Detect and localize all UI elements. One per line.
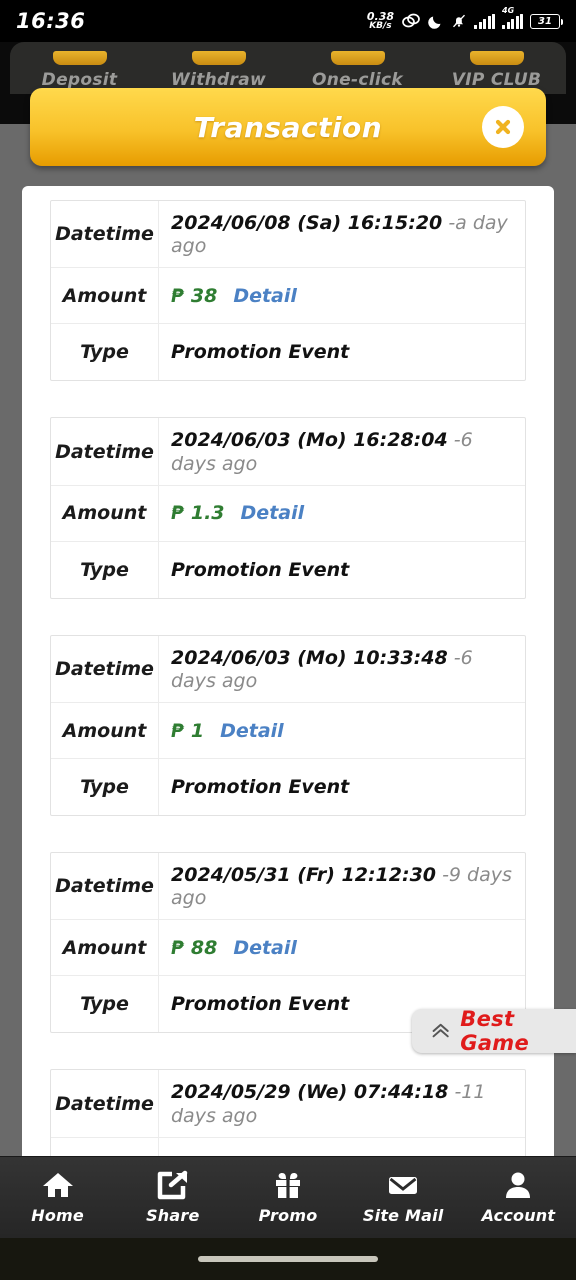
row-label: Type bbox=[51, 976, 159, 1033]
envelope-icon bbox=[389, 1177, 418, 1194]
type-value: Promotion Event bbox=[171, 341, 350, 364]
home-icon bbox=[42, 1173, 73, 1197]
detail-link[interactable]: Detail bbox=[233, 285, 297, 307]
datetime-text: 2024/06/08 (Sa) 16:15:20 bbox=[171, 212, 443, 234]
table-row: Type Promotion Event bbox=[51, 324, 525, 381]
share-icon bbox=[157, 1170, 188, 1200]
double-chevron-up-icon bbox=[432, 1023, 449, 1038]
row-label: Amount bbox=[51, 485, 159, 541]
table-row: Amount ₱ 38 Detail bbox=[51, 268, 525, 325]
nav-label: Promo bbox=[258, 1206, 318, 1225]
bell-muted-icon bbox=[452, 14, 466, 28]
datetime-value: 2024/06/03 (Mo) 16:28:04 -6 days ago bbox=[159, 418, 525, 484]
nav-item-site-mail[interactable]: Site Mail bbox=[346, 1170, 461, 1225]
home-indicator-area bbox=[0, 1238, 576, 1280]
battery-icon: 31 bbox=[530, 13, 563, 29]
status-bar: 16:36 0.38 KB/s 4G 31 bbox=[0, 0, 576, 42]
network-type-label: 4G bbox=[502, 5, 515, 15]
row-label: Type bbox=[51, 759, 159, 816]
table-row: Datetime 2024/05/29 (We) 07:44:18 -11 da… bbox=[51, 1070, 525, 1138]
transaction-card[interactable]: Datetime 2024/05/29 (We) 07:44:18 -11 da… bbox=[50, 1069, 526, 1163]
type-value: Promotion Event bbox=[171, 558, 350, 581]
row-label: Datetime bbox=[51, 853, 159, 920]
amount-value: ₱ 88 Detail bbox=[159, 920, 525, 975]
datetime-value: 2024/05/31 (Fr) 12:12:30 -9 days ago bbox=[159, 853, 525, 919]
transaction-card[interactable]: Datetime 2024/05/31 (Fr) 12:12:30 -9 day… bbox=[50, 852, 526, 1034]
close-icon bbox=[495, 119, 511, 135]
row-label: Amount bbox=[51, 703, 159, 759]
row-label: Datetime bbox=[51, 418, 159, 485]
close-button[interactable] bbox=[482, 106, 524, 148]
table-row: Datetime 2024/06/03 (Mo) 16:28:04 -6 day… bbox=[51, 418, 525, 486]
transaction-card[interactable]: Datetime 2024/06/03 (Mo) 16:28:04 -6 day… bbox=[50, 417, 526, 599]
deposit-icon bbox=[52, 51, 107, 65]
table-row: Datetime 2024/05/31 (Fr) 12:12:30 -9 day… bbox=[51, 853, 525, 921]
datetime-text: 2024/06/03 (Mo) 16:28:04 bbox=[171, 429, 448, 452]
row-label: Datetime bbox=[51, 1070, 159, 1137]
network-speed-unit: KB/s bbox=[369, 21, 392, 31]
transaction-card[interactable]: Datetime 2024/06/03 (Mo) 10:33:48 -6 day… bbox=[50, 634, 526, 817]
row-label: Type bbox=[51, 324, 159, 381]
background-tab-bar: Deposit Withdraw One-click VIP CLUB bbox=[10, 42, 566, 94]
detail-link[interactable]: Detail bbox=[233, 937, 297, 959]
type-value: Promotion Event bbox=[171, 776, 350, 799]
amount-value: ₱ 1 Detail bbox=[159, 703, 525, 758]
moon-icon bbox=[428, 16, 441, 29]
withdraw-icon bbox=[191, 51, 246, 65]
nav-item-home[interactable]: Home bbox=[0, 1170, 115, 1225]
signal-bars-icon bbox=[474, 13, 495, 29]
datetime-value: 2024/06/08 (Sa) 16:15:20 -a day ago bbox=[159, 201, 525, 267]
amount-value: ₱ 1.3 Detail bbox=[159, 486, 525, 541]
modal-header: Transaction bbox=[30, 88, 546, 166]
nav-item-promo[interactable]: Promo bbox=[230, 1170, 345, 1225]
amount-text: ₱ 38 bbox=[171, 284, 218, 307]
link-icon bbox=[402, 13, 420, 28]
amount-text: ₱ 1 bbox=[171, 719, 205, 742]
status-bar-clock: 16:36 bbox=[16, 9, 86, 33]
row-label: Amount bbox=[51, 268, 159, 324]
table-row: Datetime 2024/06/08 (Sa) 16:15:20 -a day… bbox=[51, 201, 525, 269]
battery-level: 31 bbox=[538, 15, 552, 27]
amount-text: ₱ 88 bbox=[171, 936, 218, 959]
datetime-value: 2024/05/29 (We) 07:44:18 -11 days ago bbox=[159, 1070, 525, 1136]
home-indicator[interactable] bbox=[198, 1256, 378, 1262]
best-game-label: Best Game bbox=[460, 1007, 530, 1055]
datetime-text: 2024/05/31 (Fr) 12:12:30 bbox=[171, 864, 437, 887]
nav-item-account[interactable]: Account bbox=[461, 1170, 576, 1225]
nav-item-share[interactable]: Share bbox=[115, 1170, 230, 1225]
row-label: Datetime bbox=[51, 635, 159, 703]
row-label: Amount bbox=[51, 920, 159, 976]
detail-link[interactable]: Detail bbox=[241, 502, 305, 524]
vip-club-icon bbox=[469, 51, 524, 65]
table-row: Type Promotion Event bbox=[51, 759, 525, 816]
row-label: Datetime bbox=[51, 201, 159, 268]
table-row: Type Promotion Event bbox=[51, 541, 525, 598]
best-game-button[interactable]: Best Game bbox=[412, 1007, 576, 1055]
nav-label: Share bbox=[146, 1206, 200, 1225]
datetime-text: 2024/05/29 (We) 07:44:18 bbox=[171, 1081, 449, 1104]
gift-icon bbox=[276, 1173, 300, 1198]
amount-value: ₱ 38 Detail bbox=[159, 268, 525, 323]
bottom-navigation: Home Share Promo Site Mail Account bbox=[0, 1156, 576, 1238]
nav-label: Home bbox=[31, 1206, 84, 1225]
detail-link[interactable]: Detail bbox=[220, 720, 284, 742]
datetime-text: 2024/06/03 (Mo) 10:33:48 bbox=[171, 646, 448, 669]
table-row: Amount ₱ 1 Detail bbox=[51, 703, 525, 760]
table-row: Amount ₱ 88 Detail bbox=[51, 920, 525, 977]
network-speed-indicator: 0.38 KB/s bbox=[367, 11, 394, 31]
table-row: Amount ₱ 1.3 Detail bbox=[51, 485, 525, 542]
nav-label: Account bbox=[481, 1206, 556, 1225]
table-row: Datetime 2024/06/03 (Mo) 10:33:48 -6 day… bbox=[51, 635, 525, 704]
amount-text: ₱ 1.3 bbox=[171, 502, 225, 525]
datetime-value: 2024/06/03 (Mo) 10:33:48 -6 days ago bbox=[159, 636, 525, 702]
status-bar-icons: 0.38 KB/s 4G 31 bbox=[367, 6, 563, 31]
row-label: Type bbox=[51, 541, 159, 598]
nav-label: Site Mail bbox=[362, 1206, 444, 1225]
person-icon bbox=[506, 1172, 531, 1198]
transaction-card[interactable]: Datetime 2024/06/08 (Sa) 16:15:20 -a day… bbox=[50, 200, 526, 382]
one-click-icon bbox=[330, 51, 385, 65]
signal-4g-icon: 4G bbox=[502, 6, 523, 29]
page-title: Transaction bbox=[193, 110, 383, 144]
